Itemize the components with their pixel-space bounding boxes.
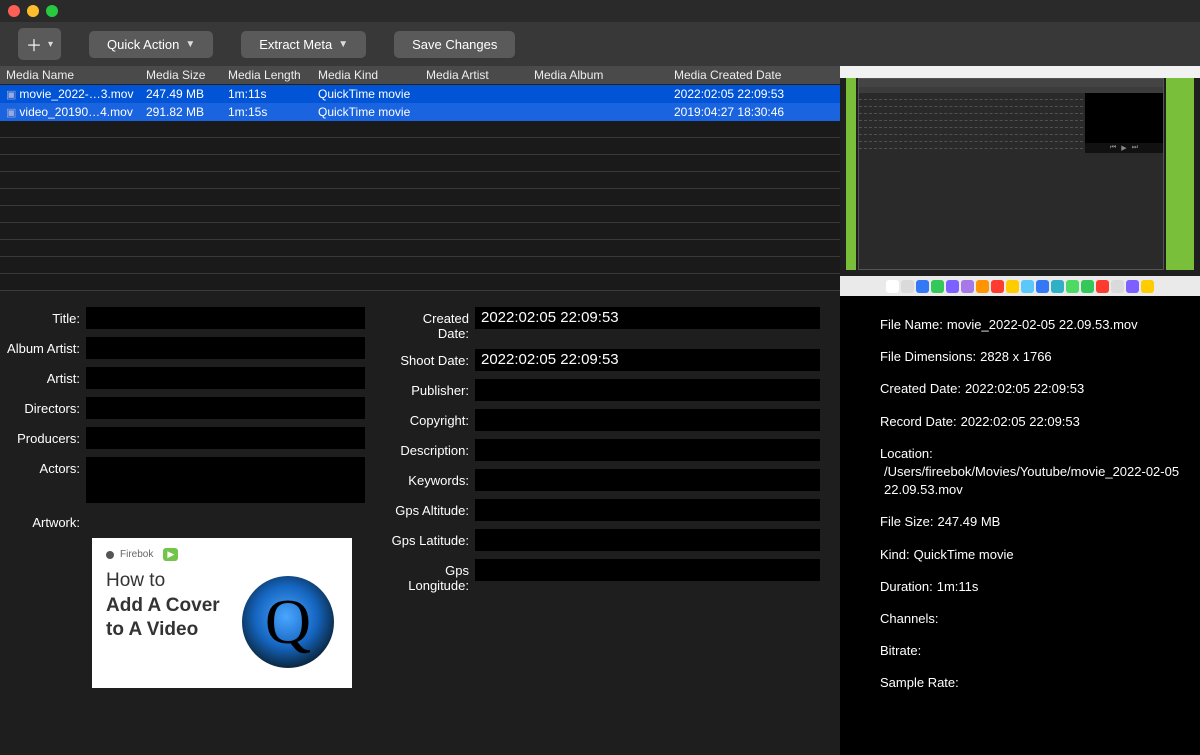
- cell-size: 247.49 MB: [140, 85, 222, 103]
- info-record: Record Date:2022:02:05 22:09:53: [880, 413, 1184, 431]
- input-artist[interactable]: [86, 367, 365, 389]
- input-producers[interactable]: [86, 427, 365, 449]
- plus-icon: ＋: [26, 32, 42, 56]
- input-shoot-date[interactable]: 2022:02:05 22:09:53: [475, 349, 820, 371]
- col-media-album[interactable]: Media Album: [528, 66, 668, 84]
- label-producers: Producers:: [0, 427, 86, 446]
- maximize-window-button[interactable]: [46, 5, 58, 17]
- input-publisher[interactable]: [475, 379, 820, 401]
- cell-created: 2019:04:27 18:30:46: [668, 103, 840, 121]
- chevron-down-icon: ▾: [48, 39, 53, 50]
- cell-size: 291.82 MB: [140, 103, 222, 121]
- quick-action-button[interactable]: Quick Action ▼: [89, 31, 213, 58]
- input-gps-longitude[interactable]: [475, 559, 820, 581]
- col-media-artist[interactable]: Media Artist: [420, 66, 528, 84]
- cell-length: 1m:11s: [222, 85, 312, 103]
- artwork-preview[interactable]: Firebok▶ How to Add A Cover to A Video: [92, 538, 352, 688]
- extract-meta-label: Extract Meta: [259, 37, 332, 52]
- file-icon: ▣: [6, 89, 16, 101]
- cell-kind: QuickTime movie: [312, 85, 420, 103]
- extract-meta-button[interactable]: Extract Meta ▼: [241, 31, 366, 58]
- chevron-down-icon: ▼: [338, 39, 348, 50]
- info-dimensions: File Dimensions:2828 x 1766: [880, 348, 1184, 366]
- save-changes-label: Save Changes: [412, 37, 497, 52]
- input-created-date[interactable]: 2022:02:05 22:09:53: [475, 307, 820, 329]
- empty-rows: [0, 121, 840, 291]
- label-copyright: Copyright:: [389, 409, 475, 428]
- label-artwork: Artwork:: [0, 511, 86, 530]
- table-row[interactable]: ▣video_20190…4.mov 291.82 MB 1m:15s Quic…: [0, 103, 840, 121]
- minimize-window-button[interactable]: [27, 5, 39, 17]
- label-artist: Artist:: [0, 367, 86, 386]
- col-media-created[interactable]: Media Created Date: [668, 66, 840, 84]
- window-titlebar: [0, 0, 1200, 22]
- add-media-button[interactable]: ＋▾: [18, 28, 61, 60]
- label-gps-latitude: Gps Latitude:: [389, 529, 475, 548]
- input-directors[interactable]: [86, 397, 365, 419]
- input-keywords[interactable]: [475, 469, 820, 491]
- chevron-down-icon: ▼: [185, 39, 195, 50]
- media-table-header: Media Name Media Size Media Length Media…: [0, 66, 840, 85]
- play-icon: ▶: [1121, 144, 1126, 152]
- info-file-name: File Name:movie_2022-02-05 22.09.53.mov: [880, 316, 1184, 334]
- cell-artist: [420, 92, 528, 96]
- media-info-list: File Name:movie_2022-02-05 22.09.53.mov …: [840, 296, 1200, 755]
- label-actors: Actors:: [0, 457, 86, 476]
- close-window-button[interactable]: [8, 5, 20, 17]
- next-icon: ⏭: [1132, 144, 1138, 152]
- label-album-artist: Album Artist:: [0, 337, 86, 356]
- dock: [840, 276, 1200, 296]
- quick-action-label: Quick Action: [107, 37, 179, 52]
- label-gps-altitude: Gps Altitude:: [389, 499, 475, 518]
- prev-icon: ⏮: [1110, 144, 1116, 152]
- preview-thumbnail: ⏮ ▶ ⏭: [858, 78, 1164, 270]
- input-gps-altitude[interactable]: [475, 499, 820, 521]
- metadata-form: Title: Album Artist: Artist: Directors: …: [0, 291, 840, 755]
- cell-album: [528, 110, 668, 114]
- label-publisher: Publisher:: [389, 379, 475, 398]
- info-kind: Kind:QuickTime movie: [880, 546, 1184, 564]
- input-title[interactable]: [86, 307, 365, 329]
- artwork-brand: Firebok▶: [106, 548, 338, 561]
- input-copyright[interactable]: [475, 409, 820, 431]
- cell-name: video_20190…4.mov: [19, 105, 132, 119]
- input-album-artist[interactable]: [86, 337, 365, 359]
- label-shoot-date: Shoot Date:: [389, 349, 475, 368]
- label-title: Title:: [0, 307, 86, 326]
- cell-name: movie_2022-…3.mov: [19, 87, 133, 101]
- col-media-length[interactable]: Media Length: [222, 66, 312, 84]
- label-gps-longitude: Gps Longitude:: [389, 559, 475, 593]
- input-description[interactable]: [475, 439, 820, 461]
- video-preview-panel: ⏮ ▶ ⏭: [840, 66, 1200, 296]
- info-bitrate: Bitrate:: [880, 642, 1184, 660]
- quicktime-icon: [242, 576, 334, 668]
- cell-created: 2022:02:05 22:09:53: [668, 85, 840, 103]
- label-description: Description:: [389, 439, 475, 458]
- media-table-body: ▣movie_2022-…3.mov 247.49 MB 1m:11s Quic…: [0, 85, 840, 121]
- info-size: File Size:247.49 MB: [880, 513, 1184, 531]
- info-duration: Duration:1m:11s: [880, 578, 1184, 596]
- label-keywords: Keywords:: [389, 469, 475, 488]
- input-gps-latitude[interactable]: [475, 529, 820, 551]
- info-sample-rate: Sample Rate:: [880, 674, 1184, 692]
- col-media-size[interactable]: Media Size: [140, 66, 222, 84]
- table-row[interactable]: ▣movie_2022-…3.mov 247.49 MB 1m:11s Quic…: [0, 85, 840, 103]
- mini-player: ⏮ ▶ ⏭: [1085, 93, 1163, 153]
- cell-album: [528, 92, 668, 96]
- cell-length: 1m:15s: [222, 103, 312, 121]
- info-channels: Channels:: [880, 610, 1184, 628]
- info-location: Location:/Users/fireebok/Movies/Youtube/…: [880, 445, 1184, 500]
- col-media-kind[interactable]: Media Kind: [312, 66, 420, 84]
- file-icon: ▣: [6, 107, 16, 119]
- cell-kind: QuickTime movie: [312, 103, 420, 121]
- info-created: Created Date:2022:02:05 22:09:53: [880, 380, 1184, 398]
- label-directors: Directors:: [0, 397, 86, 416]
- cell-artist: [420, 110, 528, 114]
- input-actors[interactable]: [86, 457, 365, 503]
- col-media-name[interactable]: Media Name: [0, 66, 140, 84]
- save-changes-button[interactable]: Save Changes: [394, 31, 515, 58]
- toolbar: ＋▾ Quick Action ▼ Extract Meta ▼ Save Ch…: [0, 22, 1200, 66]
- label-created-date: Created Date:: [389, 307, 475, 341]
